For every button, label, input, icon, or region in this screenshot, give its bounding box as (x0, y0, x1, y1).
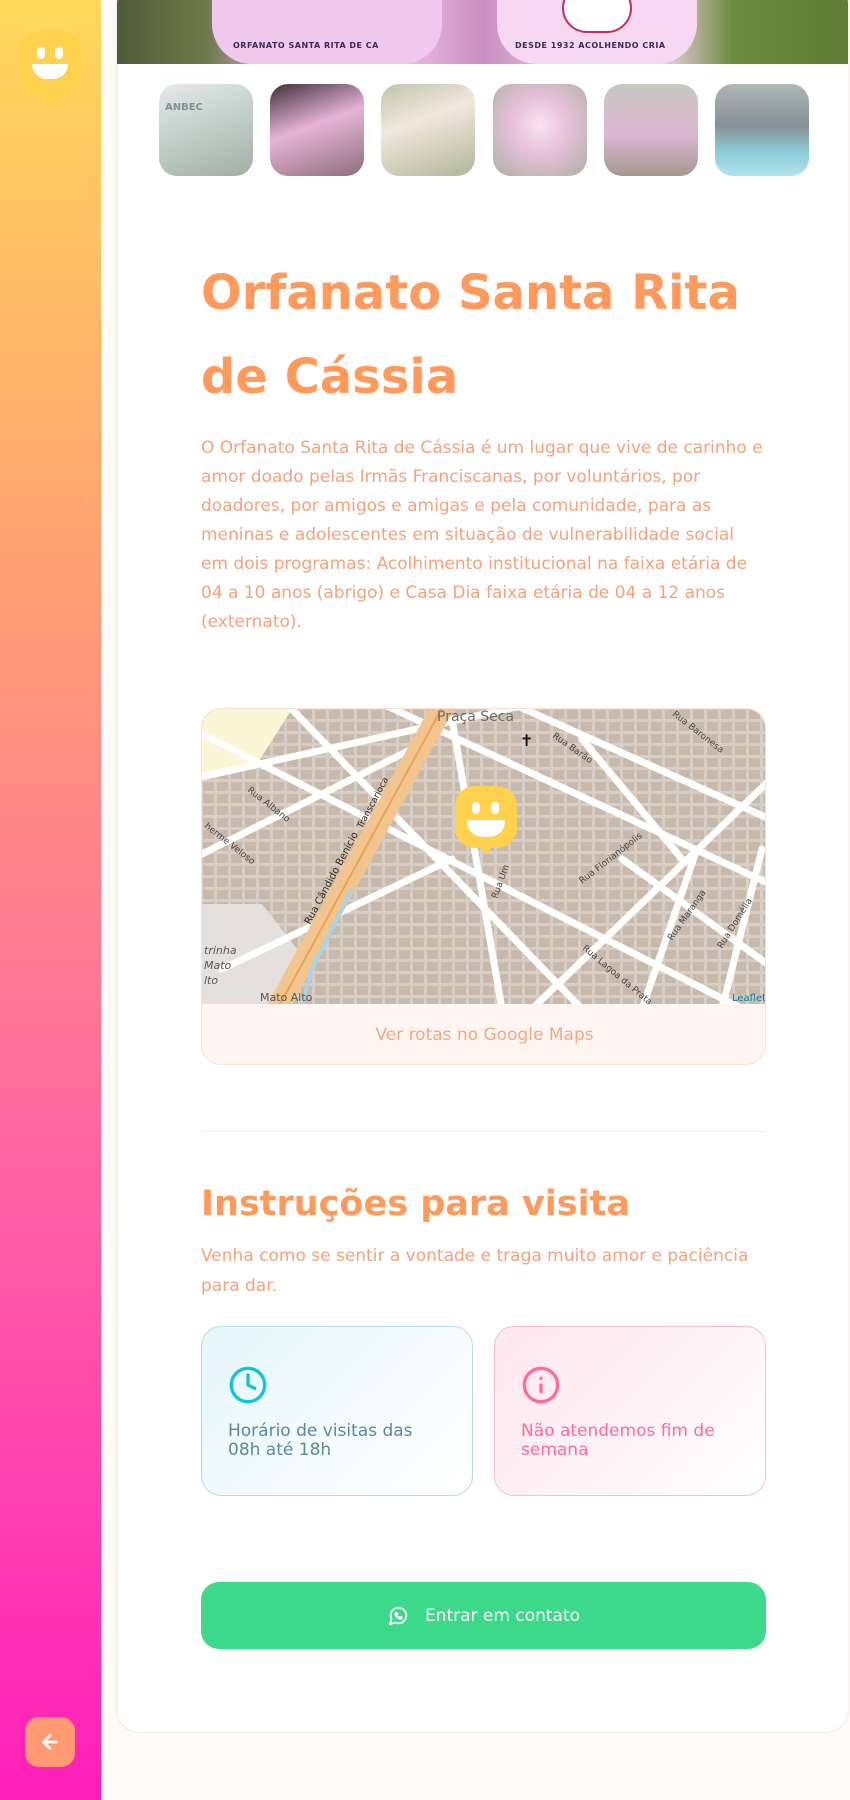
clock-icon (229, 1366, 267, 1404)
hero-heart-drawing (562, 0, 632, 33)
gallery-thumbnail[interactable] (381, 84, 476, 176)
hero-shirt-text-left: ORFANATO SANTA RITA DE CA (233, 41, 379, 50)
gallery-thumbnail[interactable] (603, 84, 698, 176)
happy-face-logo-icon[interactable] (19, 31, 81, 96)
happy-face-marker-icon[interactable] (455, 786, 517, 855)
visiting-hours-card: Horário de visitas das 08h até 18h (201, 1326, 473, 1496)
hero-shirt-text-right: DESDE 1932 ACOLHENDO CRIA (515, 41, 666, 50)
visit-instructions-title: Instruções para visita (201, 1184, 630, 1224)
map-label-mato: Mato (204, 959, 232, 972)
map-attribution-leaflet[interactable]: Leaflet (732, 993, 766, 1004)
hero-photo: ORFANATO SANTA RITA DE CA DESDE 1932 ACO… (117, 0, 848, 64)
thumbnail-gallery: ANBEC (159, 84, 809, 176)
google-maps-link[interactable]: Ver rotas no Google Maps (202, 1004, 765, 1064)
logo-eye-right (55, 47, 63, 59)
whatsapp-icon (388, 1606, 408, 1625)
visit-instructions-text: Venha como se sentir a vontade e traga m… (201, 1246, 749, 1296)
map-tiles: ✝ Praça Seca Rua Barão Rua Baronesa Rua … (202, 709, 766, 1004)
map-church-icon: ✝ (520, 731, 533, 750)
map-label-trinha: trinha (204, 944, 237, 957)
arrow-left-icon (42, 1734, 58, 1750)
gallery-thumbnail[interactable]: ANBEC (159, 84, 253, 176)
map-label-lto: lto (204, 974, 218, 987)
section-divider (201, 1131, 766, 1132)
map-container: ✝ Praça Seca Rua Barão Rua Baronesa Rua … (201, 708, 766, 1065)
contact-button-label: Entrar em contato (424, 1605, 581, 1626)
weekend-notice-card: Não atendemos fim de semana (494, 1326, 766, 1496)
weekend-notice-text: Não atendemos fim de semana (521, 1421, 715, 1460)
thumbnail-sign-text: ANBEC (165, 102, 203, 113)
logo-eye-left (37, 47, 45, 59)
gallery-thumbnail-active[interactable] (270, 84, 365, 176)
map[interactable]: ✝ Praça Seca Rua Barão Rua Baronesa Rua … (202, 709, 766, 1004)
orphanage-description: O Orfanato Santa Rita de Cássia é um lug… (201, 438, 763, 632)
info-icon (522, 1366, 560, 1404)
orphanage-details-card: ORFANATO SANTA RITA DE CA DESDE 1932 ACO… (116, 0, 849, 1733)
map-label-praca-seca: Praça Seca (437, 709, 514, 725)
map-label-mato-alto: Mato Alto (260, 991, 313, 1004)
logo-mouth (32, 64, 68, 79)
contact-button[interactable]: Entrar em contato (201, 1582, 766, 1649)
gallery-thumbnail[interactable] (492, 84, 587, 176)
visiting-hours-text: Horário de visitas das 08h até 18h (228, 1421, 413, 1460)
hero-shirt-left (212, 0, 442, 64)
back-button[interactable] (25, 1717, 75, 1767)
orphanage-name: Orfanato Santa Rita de Cássia (201, 265, 740, 405)
sidebar (0, 0, 101, 1800)
gallery-thumbnail[interactable] (714, 84, 809, 176)
